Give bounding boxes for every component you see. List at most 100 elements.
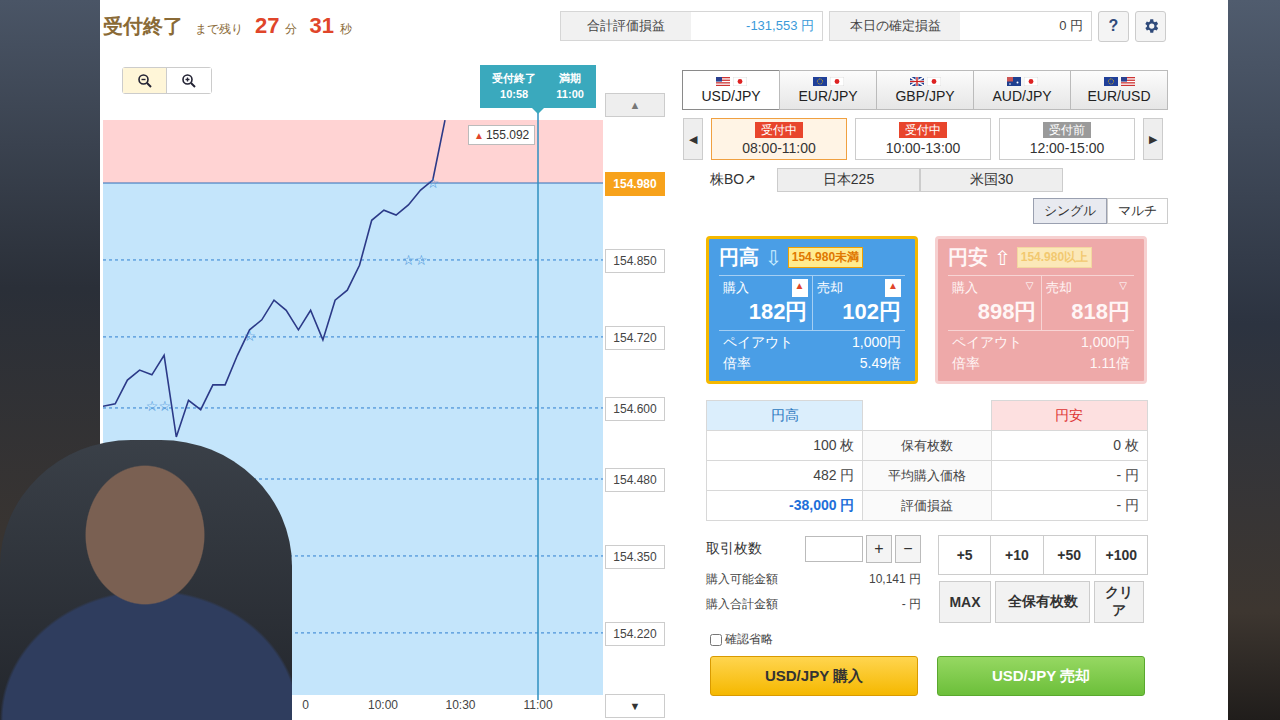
summary-value: -131,553 円 [691,12,822,40]
option-prices: 購入▽898円売却▽818円 [948,275,1134,331]
payout-row: ペイアウト1,000円 [719,331,905,352]
holdings-row: -38,000 円評価損益- 円 [707,491,1148,521]
option-header: 円安⇧154.980以上 [948,244,1134,275]
flag-icon [830,77,844,86]
preset-button[interactable]: +100 [1095,535,1148,575]
payout-row: ペイアウト1,000円 [948,331,1134,352]
submit-buttons: USD/JPY 購入 USD/JPY 売却 [683,656,1168,696]
next-session-button[interactable]: ▶ [1143,118,1163,160]
currency-tab[interactable]: EUR/USD [1070,70,1168,110]
stock-index-button[interactable]: 日本225 [777,168,920,192]
session-time: 10:00-13:00 [886,140,961,156]
submit-button[interactable]: USD/JPY 購入 [710,656,918,696]
header-down: 円安 [991,401,1147,431]
flags [910,77,941,86]
y-axis-label: 154.480 [605,468,665,492]
preset-button[interactable]: +50 [1043,535,1096,575]
y-axis-label: 154.220 [605,622,665,646]
quantity-row: 取引枚数 +− [706,535,931,563]
settings-button[interactable] [1135,11,1166,42]
prev-session-button[interactable]: ◀ [683,118,703,160]
quantity-action-button[interactable]: MAX [939,581,991,623]
currency-label: EUR/JPY [798,88,857,104]
option-card[interactable]: 円安⇧154.980以上購入▽898円売却▽818円ペイアウト1,000円倍率1… [935,236,1147,384]
currency-label: EUR/USD [1087,88,1150,104]
top-bar: 受付終了まで残り27分31秒合計評価損益-131,553 円本日の確定損益0 円… [100,0,1228,52]
header-blank [863,401,991,431]
up-value: 482 円 [707,461,863,491]
x-axis-label: 10:30 [436,698,486,712]
session-status: 受付前 [1043,122,1091,138]
down-value: - 円 [991,491,1147,521]
quantity-action-button[interactable]: 全保有枚数 [995,581,1090,623]
flags [813,77,844,86]
session-selector: ◀受付中08:00-11:00 受付中 10:00-13:00 受付前12:00-15… [683,118,1168,160]
scroll-down-button[interactable]: ▼ [605,694,665,718]
mode-button[interactable]: シングル [1033,198,1107,224]
y-axis-label: 154.850 [605,249,665,273]
countdown-sec-unit: 秒 [340,21,352,38]
zoom-in-button[interactable] [167,68,211,93]
quantity-action-button[interactable]: クリア [1094,581,1144,623]
skip-confirm[interactable]: 確認省略 [683,631,1168,648]
help-button[interactable]: ? [1098,11,1129,42]
session-status: 受付中 [899,122,947,138]
skip-confirm-checkbox[interactable] [710,634,722,646]
trade-marker: ☆ [244,327,257,345]
down-value: 0 枚 [991,431,1147,461]
zoom-out-button[interactable] [123,68,167,93]
countdown-min-unit: 分 [285,21,297,38]
summary-label: 本日の確定損益 [830,12,960,40]
ratio-row: 倍率5.49倍 [719,352,905,373]
holdings-table: 円高円安100 枚保有枚数0 枚482 円平均購入価格- 円-38,000 円評… [706,400,1148,521]
trade-marker: ☆ [427,174,440,192]
expiry-time: 満期11:00 [556,71,584,102]
flag-icon [927,77,941,86]
badge-pointer [532,108,544,114]
stock-index-button[interactable]: 米国30 [920,168,1063,192]
header-up: 円高 [707,401,863,431]
currency-tab[interactable]: EUR/JPY [779,70,877,110]
quantity-label: 取引枚数 [706,540,802,558]
flag-icon [1007,77,1021,86]
countdown: 受付終了まで残り27分31秒 [103,13,352,40]
currency-label: USD/JPY [701,88,760,104]
flags [1104,77,1135,86]
high-zone [103,120,603,183]
currency-tab[interactable]: USD/JPY [682,70,780,110]
stock-bo-link[interactable]: 株BO↗ [683,171,777,189]
minus-button[interactable]: − [895,535,921,563]
session-card[interactable]: 受付中08:00-11:00 [711,118,847,160]
last-price-tooltip: ▲155.092 [468,125,535,145]
quantity-actions: MAX全保有枚数クリア [939,581,1148,623]
mode-toggle: シングルマルチ [683,198,1168,224]
order-right: +5+10+50+100 MAX全保有枚数クリア [939,535,1148,623]
trade-marker: ☆☆ [402,251,427,269]
currency-tab[interactable]: GBP/JPY [876,70,974,110]
preset-button[interactable]: +10 [990,535,1043,575]
total-row: 購入合計金額- 円 [706,596,931,613]
preset-button[interactable]: +5 [938,535,991,575]
flag-icon [1121,77,1135,86]
option-card[interactable]: 円高⇩154.980未満購入▲182円売却▲102円ペイアウト1,000円倍率5… [706,236,918,384]
mode-button[interactable]: マルチ [1107,198,1168,224]
flag-icon [813,77,827,86]
flag-icon [1024,77,1038,86]
flags [716,77,747,86]
session-card[interactable]: 受付中 10:00-13:00 [855,118,991,160]
row-label: 平均購入価格 [863,461,991,491]
sell-price: 売却▲102円 [812,276,906,330]
plus-button[interactable]: + [866,535,892,563]
flags [1007,77,1038,86]
expiry-line [537,108,539,700]
currency-tab[interactable]: AUD/JPY [973,70,1071,110]
submit-button[interactable]: USD/JPY 売却 [937,656,1145,696]
option-label: 円安 [948,244,988,271]
zoom-in-icon [181,73,197,89]
session-card[interactable]: 受付前12:00-15:00 [999,118,1135,160]
streamer-webcam [0,440,292,720]
option-prices: 購入▲182円売却▲102円 [719,275,905,331]
scroll-up-button[interactable]: ▲ [605,93,665,117]
quantity-input[interactable] [805,536,863,562]
option-header: 円高⇩154.980未満 [719,244,905,275]
